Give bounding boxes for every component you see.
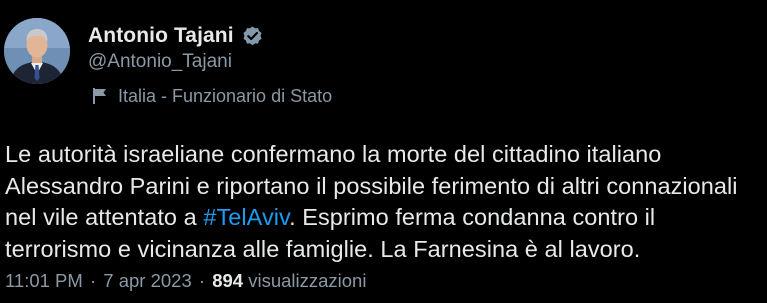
- tweet-date[interactable]: 7 apr 2023: [103, 270, 191, 291]
- author-name-row[interactable]: Antonio Tajani: [88, 22, 264, 50]
- views-count: 894: [212, 270, 244, 291]
- tweet-card: Antonio Tajani @Antonio_Tajani Italia - …: [0, 0, 767, 303]
- affiliation-label[interactable]: Italia - Funzionario di Stato: [92, 84, 332, 108]
- profile-photo-icon: [4, 18, 70, 84]
- views-label: visualizzazioni: [248, 270, 367, 291]
- affiliation-label-text: Italia - Funzionario di Stato: [118, 85, 333, 106]
- author-display-name[interactable]: Antonio Tajani: [88, 24, 234, 48]
- meta-separator: ·: [198, 270, 206, 291]
- verified-badge-icon: [241, 25, 264, 48]
- tweet-text-line: nel vile attentato a #TelAviv. Esprimo f…: [5, 202, 765, 234]
- author-handle[interactable]: @Antonio_Tajani: [88, 51, 232, 73]
- flag-icon: [92, 87, 108, 105]
- hashtag-link[interactable]: #TelAviv: [203, 204, 289, 230]
- meta-separator: ·: [89, 270, 97, 291]
- tweet-text-line: Le autorità israeliane confermano la mor…: [5, 141, 662, 167]
- tweet-text-segment: . Esprimo ferma condanna contro il: [289, 204, 656, 230]
- tweet-text-line: Alessandro Parini e riportano il possibi…: [5, 172, 738, 199]
- tweet-text-line: terrorismo e vicinanza alle famiglie. La…: [5, 235, 641, 262]
- avatar[interactable]: [4, 18, 70, 84]
- tweet-meta: 11:01 PM · 7 apr 2023 · 894 visualizzazi…: [5, 270, 366, 292]
- tweet-text: Le autorità israeliane confermano la mor…: [5, 139, 765, 265]
- tweet-time[interactable]: 11:01 PM: [5, 270, 83, 291]
- tweet-text-segment: nel vile attentato a: [5, 204, 204, 230]
